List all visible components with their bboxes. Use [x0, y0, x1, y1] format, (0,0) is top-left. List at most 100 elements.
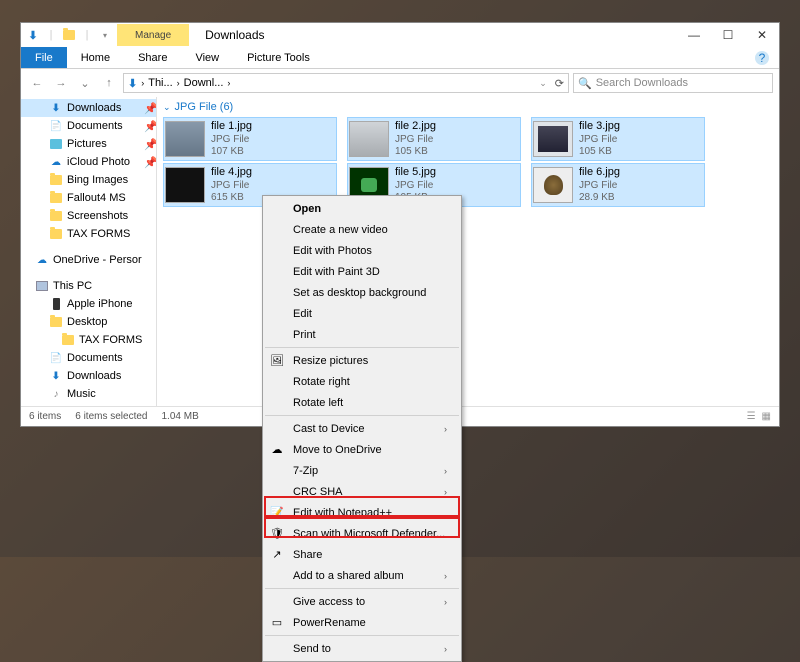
cloud-icon: ☁	[49, 155, 63, 169]
chevron-right-icon: ›	[444, 487, 447, 497]
tab-picture-tools[interactable]: Picture Tools	[233, 47, 324, 68]
sidebar-item-icloud[interactable]: ☁iCloud Photo📌	[21, 153, 156, 171]
file-list: file 1.jpgJPG File107 KB file 2.jpgJPG Fi…	[157, 117, 779, 207]
menu-item[interactable]: Set as desktop background	[263, 282, 461, 303]
sidebar-item-label: Documents	[67, 352, 123, 364]
search-placeholder: Search Downloads	[596, 77, 688, 89]
menu-item[interactable]: Send to›	[263, 638, 461, 659]
search-input[interactable]: 🔍 Search Downloads	[573, 73, 773, 93]
menu-item[interactable]: ▭PowerRename	[263, 612, 461, 633]
menu-item[interactable]: Give access to›	[263, 591, 461, 612]
status-selected: 6 items selected	[75, 411, 147, 422]
menu-item[interactable]: 7-Zip›	[263, 460, 461, 481]
menu-item[interactable]: Create a new video	[263, 219, 461, 240]
qat-sep: |	[43, 27, 59, 43]
menu-item[interactable]: Edit	[263, 303, 461, 324]
file-type: JPG File	[395, 134, 436, 146]
nav-up-button[interactable]: ↑	[99, 73, 119, 93]
file-size: 105 KB	[395, 146, 436, 158]
pc-icon	[35, 279, 49, 293]
tab-share[interactable]: Share	[124, 47, 181, 68]
menu-item[interactable]: Add to a shared album›	[263, 565, 461, 586]
down-arrow-icon[interactable]: ⬇	[25, 27, 41, 43]
sidebar-item-label: Downloads	[67, 102, 121, 114]
sidebar-item-desktop[interactable]: Desktop	[21, 313, 156, 331]
menu-item[interactable]: Print	[263, 324, 461, 345]
folder-icon[interactable]	[61, 27, 77, 43]
menu-item[interactable]: Edit with Photos	[263, 240, 461, 261]
sidebar-item-music[interactable]: ♪Music	[21, 385, 156, 403]
menu-item[interactable]: 📝Edit with Notepad++	[263, 502, 461, 523]
breadcrumb[interactable]: ⬇ › Thi... › Downl... › ⌄ ⟳	[123, 73, 569, 93]
sidebar-item-documents-pc[interactable]: 📄Documents	[21, 349, 156, 367]
folder-icon	[49, 173, 63, 187]
thumbnail	[165, 167, 205, 203]
sidebar-item-thispc[interactable]: This PC	[21, 277, 156, 295]
sidebar-item-documents[interactable]: 📄Documents📌	[21, 117, 156, 135]
nav-history-button[interactable]: ⌄	[75, 73, 95, 93]
file-meta: file 4.jpgJPG File615 KB	[211, 166, 252, 203]
menu-item[interactable]: Open	[263, 198, 461, 219]
sidebar-item-label: Bing Images	[67, 174, 128, 186]
sidebar-item-pictures[interactable]: Pictures📌	[21, 135, 156, 153]
sidebar-item-bing[interactable]: Bing Images	[21, 171, 156, 189]
menu-item[interactable]: Rotate right	[263, 371, 461, 392]
minimize-button[interactable]: —	[677, 23, 711, 47]
nav-back-button[interactable]: ←	[27, 73, 47, 93]
sidebar-item-phone[interactable]: Apple iPhone	[21, 295, 156, 313]
file-item[interactable]: file 1.jpgJPG File107 KB	[163, 117, 337, 161]
close-button[interactable]: ✕	[745, 23, 779, 47]
sidebar-item-downloads[interactable]: ⬇Downloads📌	[21, 99, 156, 117]
tab-home[interactable]: Home	[67, 47, 124, 68]
refresh-icon[interactable]: ⟳	[555, 77, 564, 90]
chevron-down-icon[interactable]: ▾	[97, 27, 113, 43]
file-item[interactable]: file 2.jpgJPG File105 KB	[347, 117, 521, 161]
file-item[interactable]: file 6.jpgJPG File28.9 KB	[531, 163, 705, 207]
window-controls: — ☐ ✕	[677, 23, 779, 47]
sidebar-item-taxforms-sub[interactable]: TAX FORMS	[21, 331, 156, 349]
breadcrumb-dropdown[interactable]: ⌄	[539, 78, 547, 89]
menu-item[interactable]: 🖼Resize pictures	[263, 350, 461, 371]
sidebar-item-onedrive[interactable]: ☁OneDrive - Persor	[21, 251, 156, 269]
menu-item[interactable]: Edit with Paint 3D	[263, 261, 461, 282]
menu-item[interactable]: 🛡Scan with Microsoft Defender...	[263, 523, 461, 544]
sidebar-item-fallout[interactable]: Fallout4 MS	[21, 189, 156, 207]
menu-item[interactable]: Rotate left	[263, 392, 461, 413]
maximize-button[interactable]: ☐	[711, 23, 745, 47]
file-name: file 5.jpg	[395, 166, 436, 179]
file-item[interactable]: file 3.jpgJPG File105 KB	[531, 117, 705, 161]
tab-file[interactable]: File	[21, 47, 67, 68]
menu-item-label: Edit with Paint 3D	[293, 266, 380, 278]
menu-item-label: Move to OneDrive	[293, 444, 382, 456]
menu-item[interactable]: ☁Move to OneDrive	[263, 439, 461, 460]
tab-view[interactable]: View	[181, 47, 233, 68]
contextual-tab-manage[interactable]: Manage	[117, 24, 189, 46]
sidebar-item-label: This PC	[53, 280, 92, 292]
context-menu: OpenCreate a new videoEdit with Photos Ed…	[262, 195, 462, 662]
details-view-icon[interactable]: ☰	[747, 411, 756, 422]
breadcrumb-seg[interactable]: ›	[141, 78, 144, 88]
breadcrumb-seg[interactable]: Thi...	[148, 77, 172, 89]
help-icon[interactable]: ?	[755, 51, 769, 65]
group-header[interactable]: ⌄JPG File (6)	[157, 97, 779, 117]
content-pane: ⌄JPG File (6) file 1.jpgJPG File107 KBfi…	[157, 97, 779, 406]
thumbnails-view-icon[interactable]: ▦	[762, 411, 771, 422]
menu-item-label: Print	[293, 329, 316, 341]
pin-icon: 📌	[144, 120, 156, 132]
sidebar-item-screenshots[interactable]: Screenshots	[21, 207, 156, 225]
sidebar-item-taxforms[interactable]: TAX FORMS	[21, 225, 156, 243]
chevron-right-icon: ›	[444, 597, 447, 607]
sidebar-item-downloads-pc[interactable]: ⬇Downloads	[21, 367, 156, 385]
file-meta: file 2.jpgJPG File105 KB	[395, 120, 436, 157]
menu-separator	[265, 347, 459, 348]
phone-icon	[49, 297, 63, 311]
menu-item[interactable]: CRC SHA›	[263, 481, 461, 502]
menu-item[interactable]: Cast to Device›	[263, 418, 461, 439]
breadcrumb-seg[interactable]: ›	[177, 78, 180, 88]
breadcrumb-seg[interactable]: Downl...	[184, 77, 224, 89]
menu-item[interactable]: ↗Share	[263, 544, 461, 565]
status-size: 1.04 MB	[162, 411, 199, 422]
ribbon-tabs: File Home Share View Picture Tools ?	[21, 47, 779, 68]
nav-forward-button[interactable]: →	[51, 73, 71, 93]
breadcrumb-seg[interactable]: ›	[227, 78, 230, 88]
